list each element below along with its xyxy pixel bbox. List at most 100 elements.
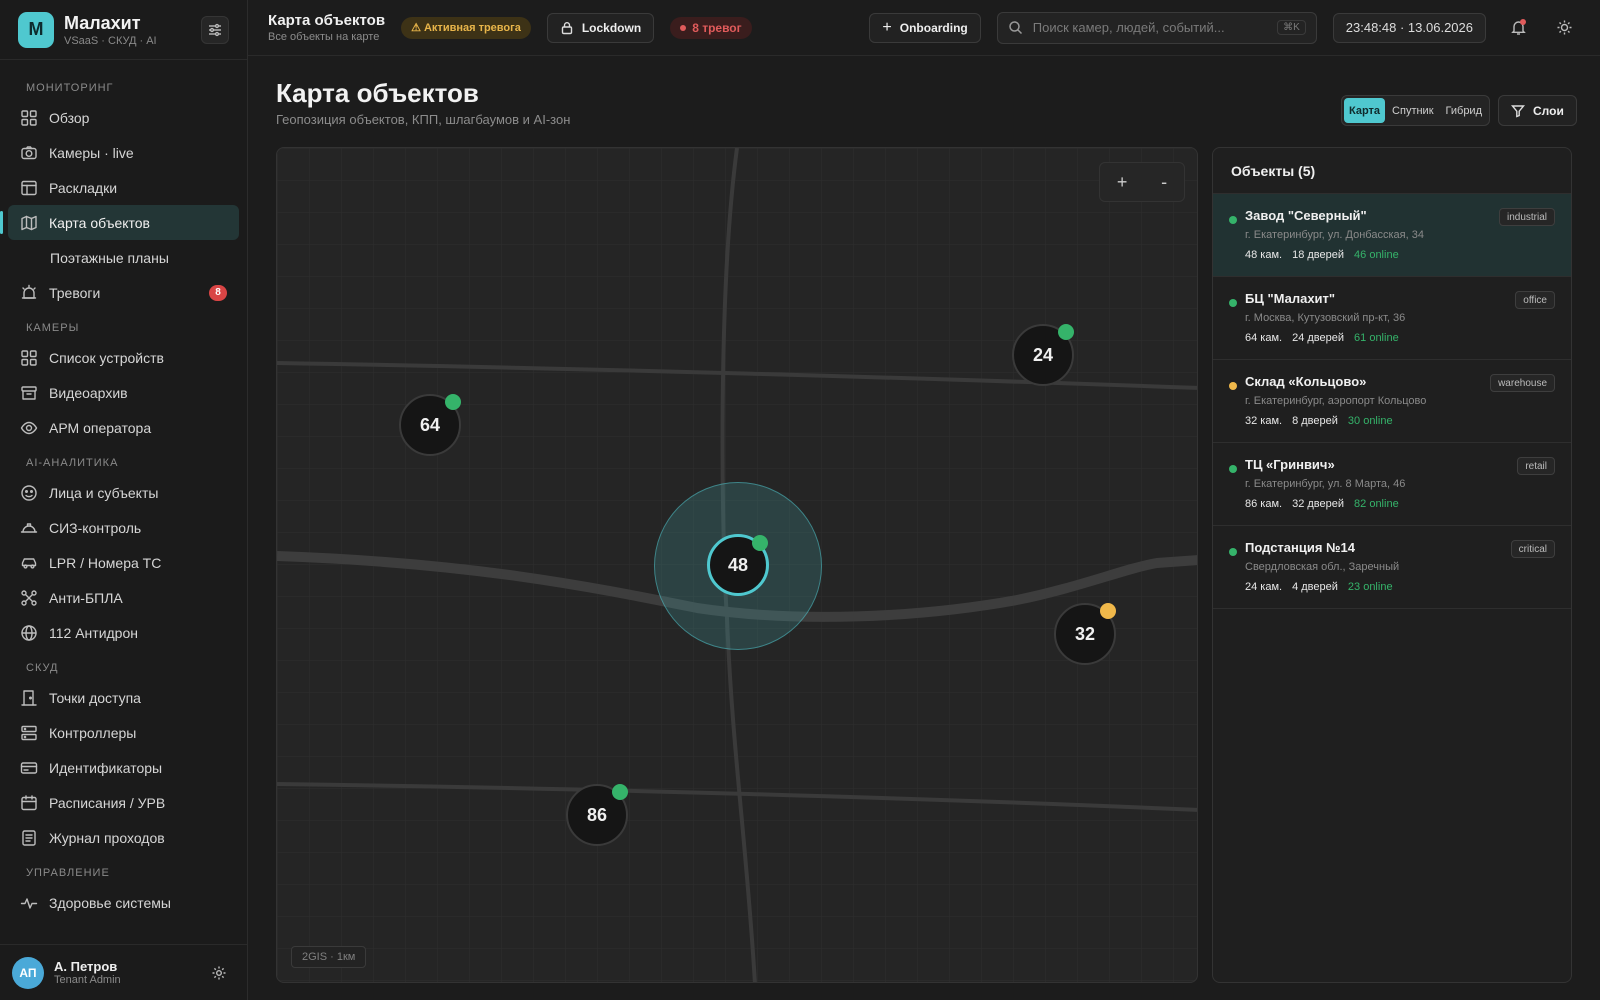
nav-section-title: Камеры: [26, 322, 80, 334]
sidebar-item-label: Поэтажные планы: [50, 249, 169, 266]
object-online: 82 online: [1354, 498, 1399, 510]
grid-icon: [20, 349, 38, 367]
sidebar-item[interactable]: Лица и субъекты: [8, 475, 239, 510]
topbar-title-block: Карта объектов Все объекты на карте: [268, 12, 385, 43]
user-card[interactable]: АП А. Петров Tenant Admin: [0, 944, 247, 1000]
object-cameras: 48 кам.: [1245, 249, 1283, 261]
topbar-title: Карта объектов: [268, 12, 386, 29]
map-marker[interactable]: 32: [1054, 603, 1116, 665]
sidebar-item[interactable]: Карта объектов: [0, 205, 239, 240]
brand: M Малахит VSaaS · СКУД · AI: [0, 0, 247, 60]
status-dot: [1229, 465, 1237, 473]
object-address: г. Екатеринбург, аэропорт Кольцово: [1245, 395, 1427, 407]
avatar[interactable]: АП: [12, 956, 44, 989]
view-map-button[interactable]: Карта: [1344, 98, 1386, 123]
object-map[interactable]: + - 64 24 48 32 86 2GIS · 1км: [276, 147, 1198, 983]
object-list-item[interactable]: Склад «Кольцово» г. Екатеринбург, аэропо…: [1213, 360, 1571, 443]
map-marker[interactable]: 24: [1012, 324, 1074, 386]
object-list-item[interactable]: БЦ "Малахит" г. Москва, Кутузовский пр-к…: [1213, 277, 1571, 360]
sidebar-item[interactable]: Обзор: [8, 100, 239, 135]
sidebar-item[interactable]: Здоровье системы: [8, 885, 239, 920]
sidebar-item[interactable]: Раскладки: [8, 170, 239, 205]
map-marker-selected[interactable]: 48: [707, 534, 769, 596]
sidebar-item[interactable]: LPR / Номера ТС: [8, 545, 239, 580]
object-doors: 4 дверей: [1292, 581, 1338, 593]
search-input[interactable]: [1032, 20, 1268, 35]
sidebar-item[interactable]: Точки доступа: [8, 680, 239, 715]
brand-logo[interactable]: M: [18, 11, 54, 48]
search-shortcut: ⌘K: [1277, 20, 1306, 35]
object-list-item[interactable]: Подстанция №14 Свердловская обл., Заречн…: [1213, 526, 1571, 609]
search-box[interactable]: ⌘K: [996, 11, 1317, 44]
sidebar-item[interactable]: Анти-БПЛА: [8, 580, 239, 615]
object-list-item[interactable]: Завод "Северный" г. Екатеринбург, ул. До…: [1213, 194, 1571, 277]
sidebar-item[interactable]: АРМ оператора: [8, 410, 239, 445]
sidebar-item[interactable]: Идентификаторы: [8, 750, 239, 785]
objects-panel-title: Объекты (5): [1213, 148, 1571, 194]
lockdown-button[interactable]: Lockdown: [546, 12, 655, 43]
object-type-tag: industrial: [1498, 208, 1555, 226]
object-online: 30 online: [1347, 415, 1393, 427]
map-marker[interactable]: 64: [399, 394, 461, 456]
brand-name: Малахит: [64, 12, 141, 33]
map-marker[interactable]: 86: [566, 784, 628, 846]
objects-list: Завод "Северный" г. Екатеринбург, ул. До…: [1213, 194, 1571, 609]
sidebar-item-label: Раскладки: [49, 179, 118, 196]
search-icon: [1009, 21, 1022, 35]
onboarding-button[interactable]: + Onboarding: [869, 12, 981, 43]
sidebar-item[interactable]: Поэтажные планы: [8, 240, 239, 275]
sidebar-item[interactable]: Тревоги 8: [8, 275, 239, 310]
server-icon: [20, 724, 38, 742]
object-name: Подстанция №14: [1245, 540, 1356, 555]
sidebar-item[interactable]: СИЗ-контроль: [8, 510, 239, 545]
nav-section-title: Мониторинг: [26, 82, 114, 94]
sidebar-item-label: LPR / Номера ТС: [49, 554, 162, 571]
car-icon: [20, 554, 38, 572]
drone-icon: [20, 589, 38, 607]
sidebar-item[interactable]: 112 Антидрон: [8, 615, 239, 650]
marker-count: 24: [1032, 344, 1054, 365]
view-satellite-button[interactable]: Спутник: [1387, 98, 1438, 123]
topbar-subtitle: Все объекты на карте: [268, 31, 380, 43]
theme-toggle-button[interactable]: [1548, 12, 1580, 44]
archive-icon: [20, 384, 38, 402]
sidebar-item[interactable]: Контроллеры: [8, 715, 239, 750]
status-dot: [445, 394, 461, 410]
object-list-item[interactable]: ТЦ «Гринвич» г. Екатеринбург, ул. 8 Март…: [1213, 443, 1571, 526]
sidebar-toggle-button[interactable]: [201, 15, 229, 44]
marker-count: 32: [1074, 623, 1096, 644]
object-address: Свердловская обл., Заречный: [1245, 561, 1400, 573]
active-alarm-badge[interactable]: ⚠ Активная тревога: [401, 16, 531, 39]
status-dot: [612, 784, 628, 800]
sidebar-item-label: Видеоархив: [49, 384, 128, 401]
layers-button[interactable]: Слои: [1498, 95, 1577, 126]
sidebar-item[interactable]: Журнал проходов: [8, 820, 239, 855]
sidebar-item-label: Тревоги: [49, 284, 101, 301]
object-online: 61 online: [1354, 332, 1399, 344]
sidebar-item-label: Обзор: [49, 109, 90, 126]
sidebar-item-label: Точки доступа: [49, 689, 141, 706]
objects-panel: Объекты (5) Завод "Северный" г. Екатерин…: [1212, 147, 1572, 983]
helmet-icon: [20, 519, 38, 537]
object-address: г. Москва, Кутузовский пр-кт, 36: [1245, 312, 1406, 324]
object-stats: 24 кам. 4 дверей 23 online: [1245, 581, 1555, 593]
object-doors: 24 дверей: [1292, 332, 1345, 344]
user-settings-button[interactable]: [203, 957, 235, 989]
zoom-out-button[interactable]: -: [1161, 172, 1167, 193]
view-hybrid-button[interactable]: Гибрид: [1441, 98, 1487, 123]
zoom-in-button[interactable]: +: [1117, 172, 1128, 193]
map-icon: [20, 214, 38, 232]
notifications-button[interactable]: [1502, 12, 1534, 44]
sidebar-item[interactable]: Видеоархив: [8, 375, 239, 410]
sidebar-item[interactable]: Камеры · live: [8, 135, 239, 170]
marker-count: 48: [727, 554, 749, 575]
status-dot: [1229, 382, 1237, 390]
sidebar-item[interactable]: Расписания / УРВ: [8, 785, 239, 820]
object-address: г. Екатеринбург, ул. 8 Марта, 46: [1245, 478, 1406, 490]
page-subtitle: Геопозиция объектов, КПП, шлагбаумов и A…: [276, 112, 571, 127]
object-type-tag: retail: [1517, 457, 1555, 475]
sidebar-item[interactable]: Список устройств: [8, 340, 239, 375]
sun-icon: [1557, 20, 1571, 35]
sidebar-item-label: 112 Антидрон: [49, 624, 138, 641]
alarm-count-badge[interactable]: 8 тревог: [670, 16, 752, 39]
